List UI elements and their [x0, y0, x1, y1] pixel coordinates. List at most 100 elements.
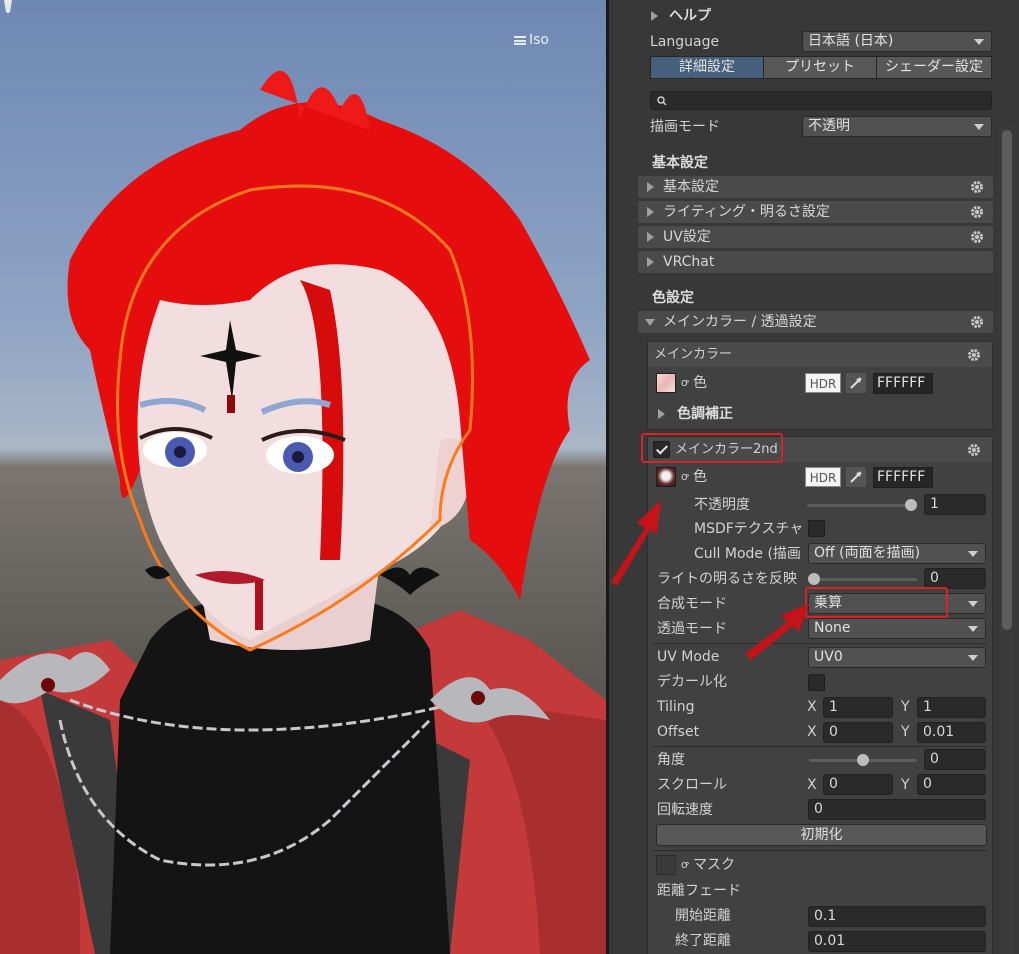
cull-mode-dropdown[interactable]: Off (両面を描画) — [808, 543, 986, 564]
decal-checkbox[interactable] — [808, 674, 825, 691]
foldout-arrow-icon — [645, 319, 655, 326]
mask-texture-slot[interactable] — [656, 855, 676, 875]
angle-slider-handle[interactable] — [857, 754, 869, 766]
foldout-label: ライティング・明るさ設定 — [663, 204, 830, 220]
eyedropper-icon[interactable] — [846, 467, 866, 487]
color-settings-header: 色設定 — [652, 290, 694, 306]
foldout-arrow-icon — [647, 207, 654, 217]
separator — [653, 746, 987, 747]
tiling-x-field[interactable]: 1 — [823, 697, 893, 718]
reset-button[interactable]: 初期化 — [656, 824, 987, 846]
chevron-down-icon — [974, 124, 984, 130]
offset-y-label: Y — [901, 724, 910, 740]
fade-end-field[interactable]: 0.01 — [808, 931, 986, 952]
fade-start-field[interactable]: 0.1 — [808, 906, 986, 927]
separator — [653, 643, 987, 644]
help-foldout[interactable]: ヘルプ — [669, 6, 711, 26]
texture-slot-icon: ꝍ — [681, 858, 689, 871]
tab-advanced-settings[interactable]: 詳細設定 — [650, 56, 764, 79]
basic-settings-header: 基本設定 — [652, 155, 708, 171]
foldout-uv-settings[interactable]: UV設定 — [638, 226, 993, 248]
scroll-x-label: X — [807, 777, 817, 793]
search-icon — [657, 96, 667, 106]
fade-end-label: 終了距離 — [675, 933, 731, 949]
light-reflect-label: ライトの明るさを反映 — [657, 571, 797, 587]
msdf-checkbox[interactable] — [808, 520, 825, 537]
opacity-slider-handle[interactable] — [905, 499, 917, 511]
tab-shader-settings[interactable]: シェーダー設定 — [876, 56, 992, 79]
cull-mode-value: Off (両面を描画) — [814, 545, 921, 561]
foldout-main-color-alpha[interactable]: メインカラー / 透過設定 — [638, 311, 993, 333]
iso-label: Iso — [529, 32, 549, 48]
offset-label: Offset — [657, 724, 700, 740]
main-texture-thumbnail[interactable] — [656, 373, 676, 393]
texture-slot-icon: ꝍ — [681, 470, 689, 483]
opacity-slider-track[interactable] — [807, 504, 917, 507]
tiling-y-field[interactable]: 1 — [917, 697, 986, 718]
foldout-lighting-settings[interactable]: ライティング・明るさ設定 — [638, 201, 993, 223]
main-color-hex-field[interactable]: FFFFFF — [873, 373, 933, 394]
orientation-gizmo-icon[interactable] — [0, 0, 16, 14]
main-color-label: 色 — [693, 375, 707, 391]
foldout-vrchat[interactable]: VRChat — [638, 251, 993, 273]
iso-view-toggle[interactable]: Iso — [514, 32, 549, 48]
uv-mode-value: UV0 — [814, 649, 843, 665]
scroll-y-field[interactable]: 0 — [917, 774, 986, 795]
offset-x-field[interactable]: 0 — [823, 722, 893, 743]
gear-icon[interactable] — [970, 205, 984, 219]
opacity-field[interactable]: 1 — [924, 494, 986, 515]
second-texture-thumbnail[interactable] — [656, 467, 676, 487]
chevron-down-icon — [968, 626, 978, 632]
angle-field[interactable]: 0 — [924, 749, 986, 770]
eyedropper-icon[interactable] — [846, 373, 866, 393]
foldout-label: VRChat — [663, 254, 715, 270]
decal-label: デカール化 — [657, 674, 727, 690]
cull-mode-label: Cull Mode (描画 — [694, 546, 801, 562]
light-slider-track[interactable] — [809, 578, 917, 581]
language-value: 日本語 (日本) — [808, 33, 894, 49]
annotation-arrow-icon — [611, 500, 661, 586]
alpha-mode-dropdown[interactable]: None — [808, 618, 986, 639]
inspector-scrollbar-thumb[interactable] — [1002, 130, 1012, 630]
help-foldout-arrow-icon[interactable] — [651, 11, 658, 21]
gear-icon[interactable] — [967, 443, 981, 457]
annotation-arrow-icon — [745, 604, 809, 660]
gear-icon[interactable] — [970, 230, 984, 244]
chevron-down-icon — [968, 601, 978, 607]
chevron-down-icon — [968, 655, 978, 661]
foldout-arrow-icon — [647, 232, 654, 242]
offset-x-label: X — [807, 724, 817, 740]
offset-y-field[interactable]: 0.01 — [917, 722, 986, 743]
render-mode-label: 描画モード — [650, 119, 720, 135]
distance-fade-label: 距離フェード — [657, 883, 741, 899]
light-reflect-field[interactable]: 0 — [924, 568, 986, 589]
chevron-down-icon — [974, 39, 984, 45]
scene-view[interactable]: Iso — [0, 0, 606, 954]
foldout-label: メインカラー / 透過設定 — [663, 314, 817, 330]
highlight-blend-mode — [805, 587, 948, 618]
tiling-x-label: X — [807, 699, 817, 715]
scroll-x-field[interactable]: 0 — [823, 774, 893, 795]
highlight-main-color-2nd — [641, 433, 783, 463]
main-color-hdr-swatch[interactable]: HDR — [805, 373, 841, 393]
gear-icon[interactable] — [970, 180, 984, 194]
tone-correction-foldout[interactable]: 色調補正 — [677, 404, 733, 424]
gear-icon[interactable] — [967, 348, 981, 362]
language-dropdown[interactable]: 日本語 (日本) — [802, 31, 992, 52]
avatar-render — [0, 70, 606, 954]
foldout-arrow-icon[interactable] — [658, 409, 665, 419]
search-input[interactable] — [650, 91, 992, 110]
gear-icon[interactable] — [970, 315, 984, 329]
scroll-y-label: Y — [901, 777, 910, 793]
rotation-speed-field[interactable]: 0 — [808, 799, 986, 820]
alpha-mode-label: 透過モード — [657, 621, 727, 637]
uv-mode-dropdown[interactable]: UV0 — [808, 647, 986, 668]
msdf-label: MSDFテクスチャ — [694, 521, 804, 537]
second-color-hex-field[interactable]: FFFFFF — [873, 467, 933, 488]
second-color-hdr-swatch[interactable]: HDR — [805, 467, 841, 487]
foldout-basic-settings[interactable]: 基本設定 — [638, 176, 993, 198]
angle-label: 角度 — [657, 752, 685, 768]
light-slider-handle[interactable] — [808, 573, 820, 585]
tab-presets[interactable]: プリセット — [763, 56, 877, 79]
render-mode-dropdown[interactable]: 不透明 — [802, 116, 992, 137]
